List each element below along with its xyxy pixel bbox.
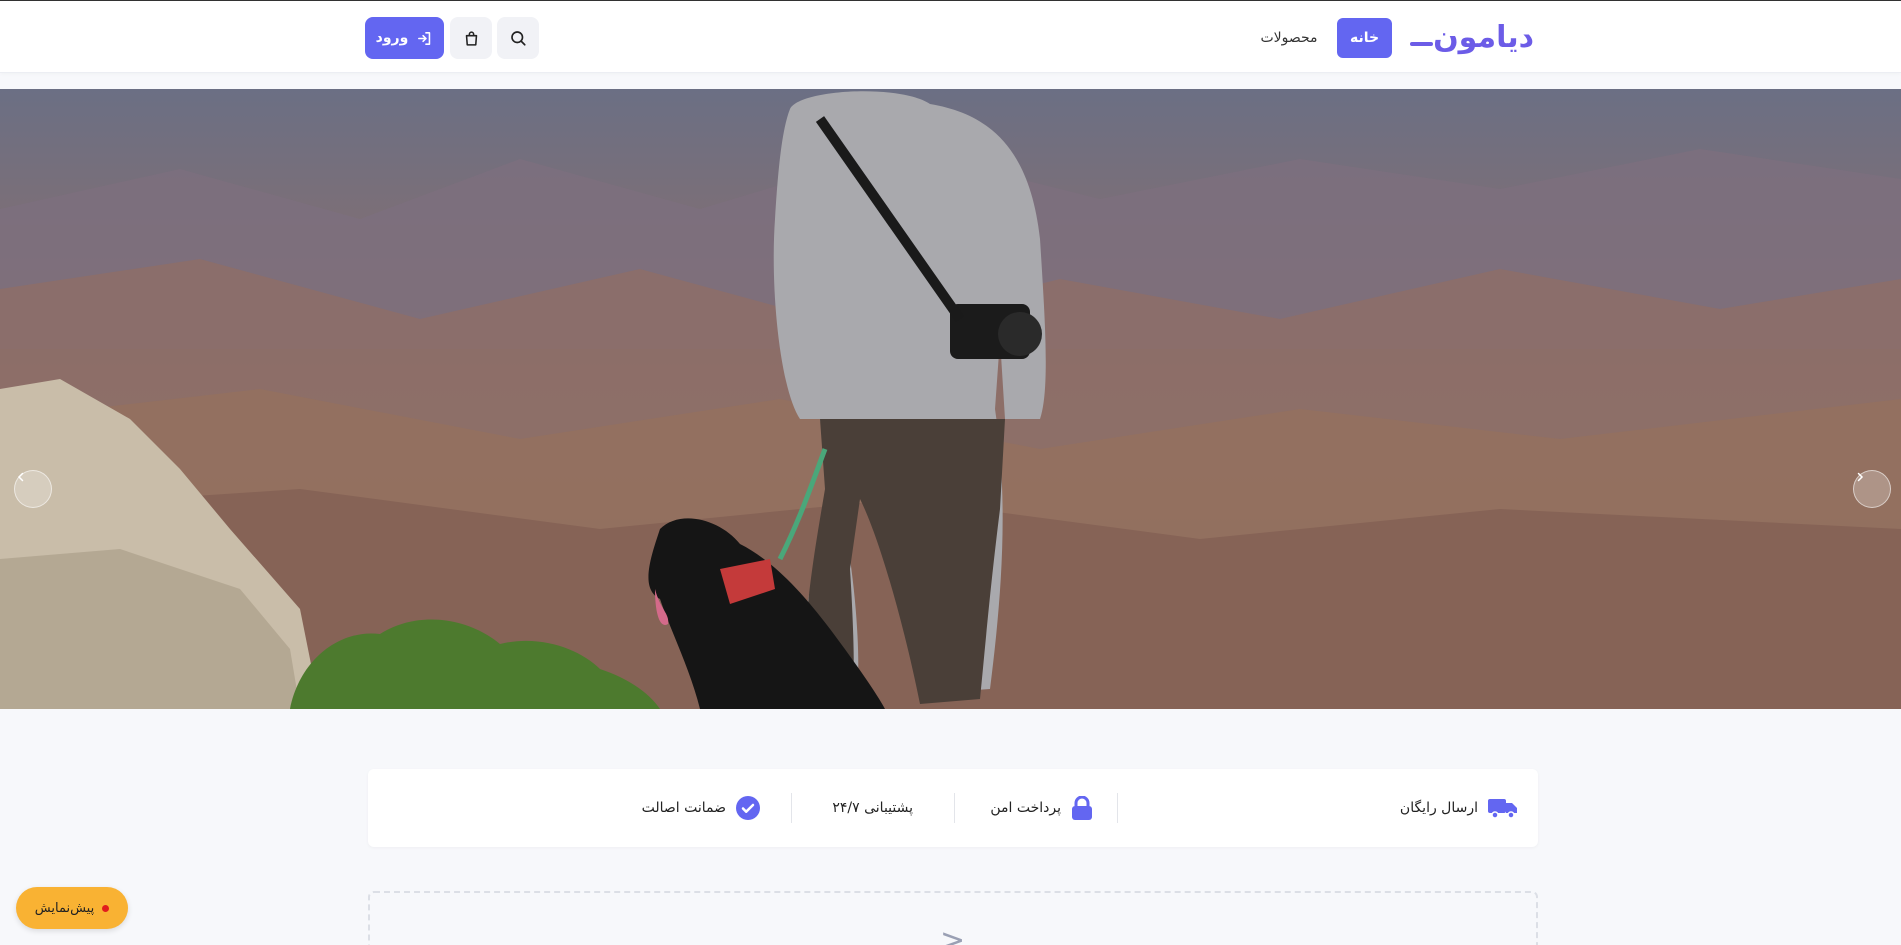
chevron-left-icon [17,472,24,482]
site-header: دیامون خانه محصولات ورود [0,1,1901,73]
slider-next-button[interactable] [1853,470,1891,508]
slider-prev-button[interactable] [14,470,52,508]
status-dot [102,904,110,912]
preview-label: پیش‌نمایش [34,900,95,916]
feature-label: ارسال رایگان [1399,800,1478,816]
chevron-right-icon [1857,472,1864,482]
feature-separator [791,793,792,823]
feature-label: پرداخت امن [990,800,1061,816]
feature-separator [954,793,955,823]
login-icon [418,31,431,45]
lock-icon [1072,796,1092,820]
logo[interactable]: دیامون [1408,15,1535,59]
login-label: ورود [375,30,409,46]
feature-label: ضمانت اصالت [641,800,726,816]
placeholder-section: > [368,891,1538,945]
truck-icon [1488,799,1517,819]
features-bar: ارسال رایگان پرداخت امن پشتیبانی ۲۴/۷ ضم… [368,769,1538,847]
preview-badge[interactable]: پیش‌نمایش [16,887,128,929]
cart-button[interactable] [450,17,492,59]
search-icon [511,31,526,46]
feature-separator [1117,793,1118,823]
login-button[interactable]: ورود [365,17,444,59]
hero-slider [0,89,1901,709]
search-button[interactable] [497,17,539,59]
nav-home-link[interactable]: خانه [1337,18,1392,58]
check-circle-icon [736,796,760,820]
feature-label: پشتیبانی ۲۴/۷ [832,800,913,816]
hero-slide-image [0,91,1901,709]
logo-text: دیامون [1433,19,1535,55]
chevron-icon: > [940,923,966,945]
nav-products-link[interactable]: محصولات [1254,18,1324,58]
shopping-bag-icon [465,30,477,46]
logo-tail [1410,42,1434,46]
